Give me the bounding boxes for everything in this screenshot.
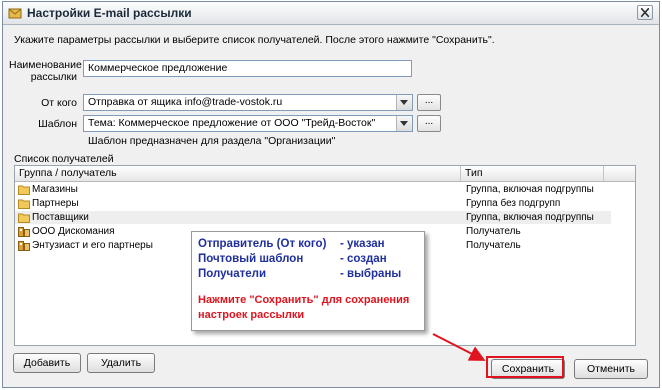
close-icon xyxy=(641,8,649,17)
column-header-type[interactable]: Тип xyxy=(462,166,604,181)
remove-button[interactable]: Удалить xyxy=(87,353,155,373)
name-label: Наименование рассылки xyxy=(9,59,82,83)
recipients-label: Список получателей xyxy=(14,153,114,165)
column-header-recipient[interactable]: Группа / получатель xyxy=(15,166,461,181)
table-row[interactable]: Партнеры Группа без подгрупп xyxy=(15,197,611,210)
table-header: Группа / получатель Тип xyxy=(15,166,635,182)
callout-recipients-status: - выбраны xyxy=(340,268,402,280)
folder-icon xyxy=(18,213,30,223)
folder-icon xyxy=(18,185,30,195)
recipient-icon xyxy=(18,241,30,251)
template-browse-button[interactable]: ... xyxy=(417,115,441,132)
callout-note-line1: Нажмите "Сохранить" для сохранения xyxy=(198,294,410,306)
from-label: От кого xyxy=(41,97,77,109)
callout-sender-status: - указан xyxy=(340,238,385,250)
callout-note-line2: настроек рассылки xyxy=(198,309,305,321)
template-select[interactable]: Тема: Коммерческое предложение от ООО "Т… xyxy=(83,115,413,132)
callout-template-status: - создан xyxy=(340,253,387,265)
email-settings-icon xyxy=(8,8,22,19)
window-title: Настройки E-mail рассылки xyxy=(27,6,192,20)
callout-recipients-label: Получатели xyxy=(198,268,267,280)
close-button[interactable] xyxy=(637,5,653,20)
template-label: Шаблон xyxy=(38,118,77,130)
chevron-down-icon xyxy=(400,100,408,105)
recipient-icon xyxy=(18,227,30,237)
template-dropdown-arrow[interactable] xyxy=(396,116,412,131)
chevron-down-icon xyxy=(400,121,408,126)
template-hint: Шаблон предназначен для раздела "Организ… xyxy=(88,135,336,147)
cancel-button[interactable]: Отменить xyxy=(574,359,648,379)
table-row[interactable]: Магазины Группа, включая подгруппы xyxy=(15,183,611,196)
from-browse-button[interactable]: ... xyxy=(417,94,441,111)
mailing-name-input[interactable]: Коммерческое предложение xyxy=(83,60,412,77)
info-callout: Отправитель (От кого) - указан Почтовый … xyxy=(191,231,425,331)
save-highlight-box xyxy=(486,356,564,378)
callout-template-label: Почтовый шаблон xyxy=(198,253,304,265)
from-dropdown-arrow[interactable] xyxy=(396,95,412,110)
callout-sender-label: Отправитель (От кого) xyxy=(198,238,327,250)
folder-icon xyxy=(18,199,30,209)
title-bar: Настройки E-mail рассылки xyxy=(3,2,659,25)
table-row[interactable]: Поставщики Группа, включая подгруппы xyxy=(15,211,611,224)
template-select-value: Тема: Коммерческое предложение от ООО "Т… xyxy=(88,117,376,129)
from-select[interactable]: Отправка от ящика info@trade-vostok.ru xyxy=(83,94,413,111)
add-button[interactable]: Добавить xyxy=(13,353,81,373)
instruction-text: Укажите параметры рассылки и выберите сп… xyxy=(14,34,495,46)
from-select-value: Отправка от ящика info@trade-vostok.ru xyxy=(88,96,283,108)
